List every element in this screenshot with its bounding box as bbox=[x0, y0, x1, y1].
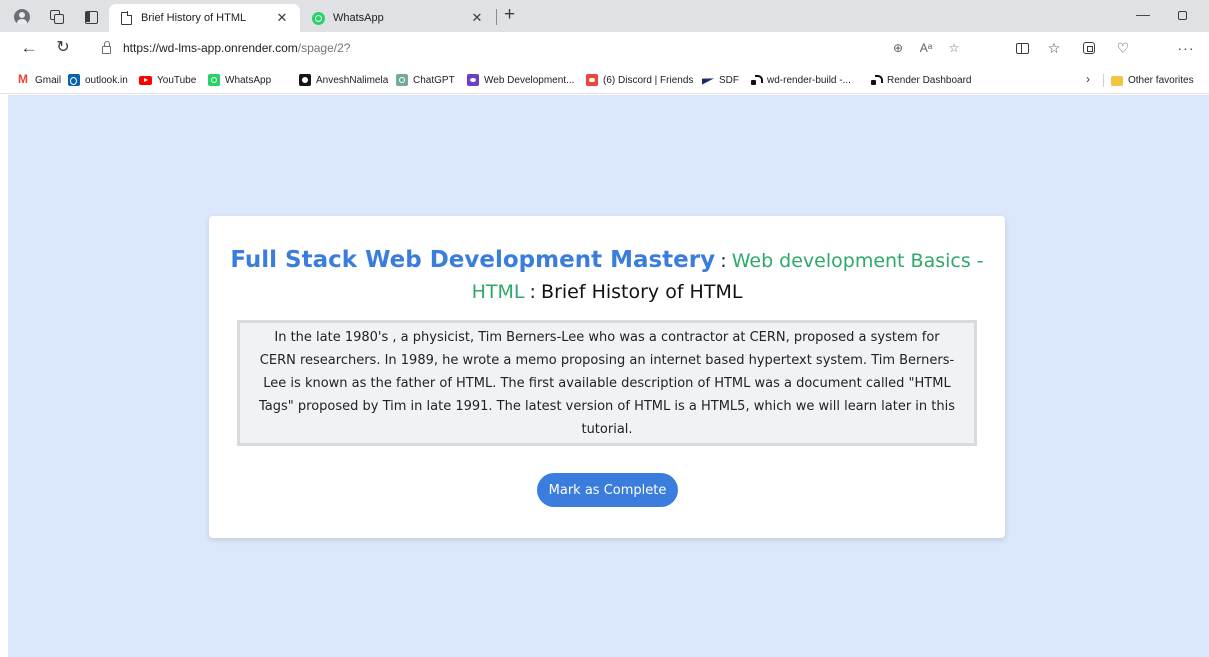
bookmark-label: ChatGPT bbox=[413, 74, 455, 86]
more-menu-icon[interactable]: ··· bbox=[1176, 38, 1196, 58]
reload-icon[interactable]: ↻ bbox=[52, 37, 74, 59]
bookmark-label: YouTube bbox=[157, 74, 197, 86]
url-text: https://wd-lms-app.onrender.com/spage/2? bbox=[123, 41, 350, 55]
url-host: https://wd-lms-app.onrender.com bbox=[123, 41, 298, 55]
bookmarks-bar: Gmail outlook.in YouTube WhatsApp Anvesh… bbox=[0, 64, 1209, 94]
outlook-icon bbox=[68, 74, 80, 86]
read-aloud-icon[interactable]: Aᵃ bbox=[912, 41, 940, 55]
bookmark-github[interactable]: AnveshNalimela bbox=[299, 73, 388, 87]
bookmark-sdf[interactable]: SDF bbox=[702, 73, 739, 87]
bookmark-label: (6) Discord | Friends bbox=[603, 74, 694, 86]
bookmark-discord[interactable]: (6) Discord | Friends bbox=[586, 73, 693, 87]
tab-strip: Brief History of HTML ✕ WhatsApp ✕ + — bbox=[0, 0, 1209, 32]
bookmark-label: Render Dashboard bbox=[887, 74, 972, 86]
favorite-star-icon[interactable]: ☆ bbox=[940, 41, 968, 55]
tab-actions-icon[interactable] bbox=[83, 9, 99, 25]
topic-title: Brief History of HTML bbox=[541, 281, 743, 303]
chevron-right-icon[interactable]: › bbox=[1086, 72, 1090, 86]
document-icon bbox=[119, 11, 133, 25]
youtube-icon bbox=[139, 75, 152, 85]
favorites-icon[interactable]: ☆ bbox=[1044, 38, 1064, 58]
maximize-icon[interactable] bbox=[1178, 11, 1187, 20]
github-icon bbox=[299, 74, 311, 86]
bookmark-label: Gmail bbox=[35, 74, 62, 86]
bookmark-wd-render-build[interactable]: wd-render-build -... bbox=[750, 73, 851, 87]
tab-divider bbox=[496, 9, 497, 25]
bookmark-whatsapp[interactable]: WhatsApp bbox=[208, 73, 271, 87]
bookmark-chatgpt[interactable]: ChatGPT bbox=[396, 73, 455, 87]
whatsapp-icon bbox=[208, 74, 220, 86]
collections-icon[interactable] bbox=[1079, 38, 1099, 58]
tab-title: Brief History of HTML bbox=[141, 12, 247, 24]
bookmark-label: wd-render-build -... bbox=[767, 74, 851, 86]
chatgpt-icon bbox=[396, 74, 408, 86]
minimize-icon[interactable]: — bbox=[1136, 6, 1150, 22]
bookmark-label: Web Development... bbox=[484, 74, 575, 86]
course-title: Full Stack Web Development Mastery bbox=[230, 247, 716, 273]
lock-icon[interactable] bbox=[102, 41, 111, 54]
lesson-description: In the late 1980's , a physicist, Tim Be… bbox=[259, 329, 955, 437]
bookmark-youtube[interactable]: YouTube bbox=[139, 73, 196, 87]
discord-icon bbox=[586, 74, 598, 86]
tab-title: WhatsApp bbox=[333, 12, 384, 24]
tab-brief-history-of-html[interactable]: Brief History of HTML ✕ bbox=[109, 4, 300, 32]
render-icon bbox=[870, 74, 883, 86]
bookmark-label: SDF bbox=[719, 74, 739, 86]
tab-whatsapp[interactable]: WhatsApp ✕ bbox=[301, 4, 495, 32]
folder-icon bbox=[1111, 76, 1123, 86]
profile-icon[interactable] bbox=[14, 9, 30, 25]
other-favorites-label: Other favorites bbox=[1128, 74, 1194, 86]
bookmark-label: AnveshNalimela bbox=[316, 74, 389, 86]
bookmark-label: WhatsApp bbox=[225, 74, 272, 86]
lesson-card: Full Stack Web Development Mastery : Web… bbox=[209, 216, 1005, 538]
title-separator: : bbox=[720, 250, 727, 272]
sdf-icon bbox=[702, 74, 714, 86]
page-viewport: Full Stack Web Development Mastery : Web… bbox=[8, 95, 1209, 657]
bookmark-gmail[interactable]: Gmail bbox=[18, 72, 62, 87]
bookmarks-divider bbox=[1103, 74, 1104, 87]
close-icon[interactable]: ✕ bbox=[274, 10, 290, 26]
extensions-icon[interactable]: ♡ bbox=[1113, 38, 1133, 58]
other-favorites[interactable]: Other favorites bbox=[1111, 73, 1194, 87]
description-box: In the late 1980's , a physicist, Tim Be… bbox=[237, 320, 977, 446]
bookmark-outlook[interactable]: outlook.in bbox=[68, 73, 128, 87]
url-path: /spage/2? bbox=[297, 41, 351, 55]
bookmark-web-development[interactable]: Web Development... bbox=[467, 73, 574, 87]
new-tab-icon[interactable]: + bbox=[504, 4, 515, 26]
back-arrow-icon[interactable]: ← bbox=[18, 37, 40, 59]
workspaces-icon[interactable] bbox=[49, 9, 65, 25]
whatsapp-icon bbox=[311, 11, 325, 25]
address-bar[interactable]: https://wd-lms-app.onrender.com/spage/2?… bbox=[88, 35, 968, 61]
page-title: Full Stack Web Development Mastery : Web… bbox=[209, 245, 1005, 308]
title-separator: : bbox=[529, 281, 536, 303]
render-icon bbox=[750, 74, 763, 86]
gmail-icon bbox=[18, 72, 30, 86]
split-screen-icon[interactable] bbox=[1012, 38, 1032, 58]
webdev-icon bbox=[467, 74, 479, 86]
bookmark-label: outlook.in bbox=[85, 74, 128, 86]
bookmark-render-dashboard[interactable]: Render Dashboard bbox=[870, 73, 972, 87]
navigation-bar: ← ↻ https://wd-lms-app.onrender.com/spag… bbox=[0, 32, 1209, 64]
zoom-icon[interactable]: ⊕ bbox=[884, 41, 912, 55]
mark-complete-button[interactable]: Mark as Complete bbox=[537, 473, 678, 507]
close-icon[interactable]: ✕ bbox=[469, 10, 485, 26]
